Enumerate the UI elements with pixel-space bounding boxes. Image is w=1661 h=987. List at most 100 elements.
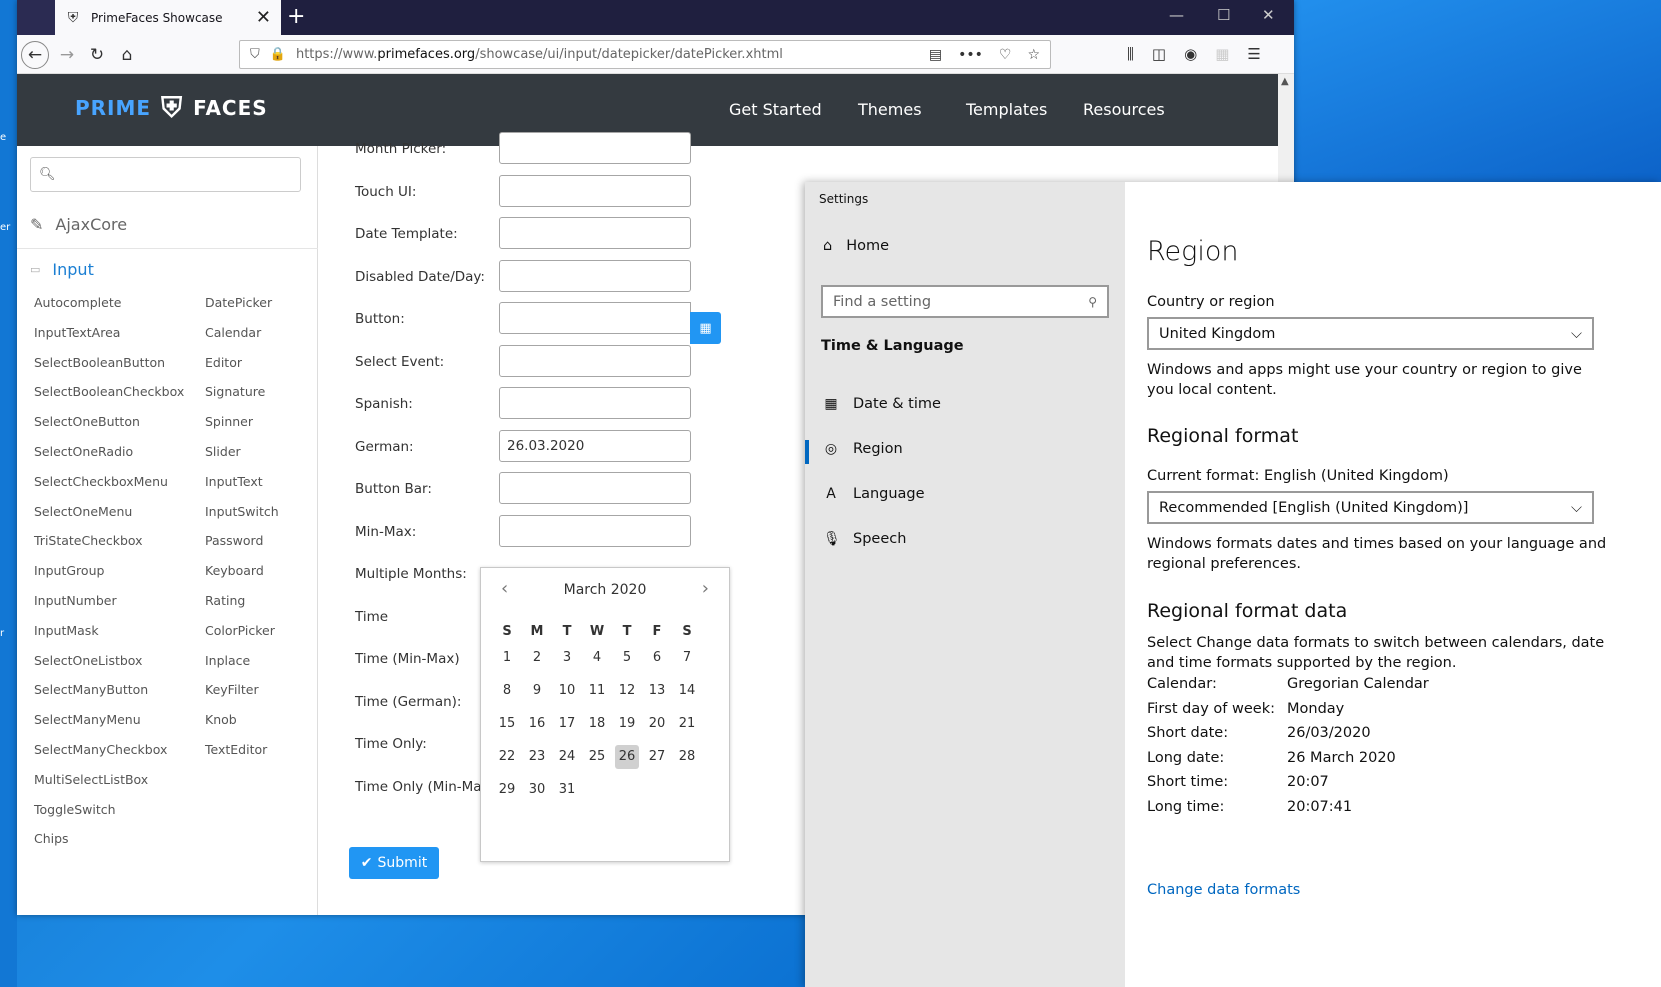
sidebar-link-inputgroup[interactable]: InputGroup (34, 563, 104, 578)
calendar-day[interactable]: 28 (675, 745, 699, 769)
extension-icon[interactable]: ▦ (1215, 45, 1229, 63)
calendar-day[interactable]: 31 (555, 778, 579, 802)
date-input[interactable] (499, 472, 691, 504)
calendar-day[interactable]: 29 (495, 778, 519, 802)
menu-templates[interactable]: Templates (966, 100, 1047, 119)
sidebar-link-colorpicker[interactable]: ColorPicker (205, 623, 275, 638)
new-tab-button[interactable]: + (287, 4, 305, 29)
sidebar-link-toggleswitch[interactable]: ToggleSwitch (34, 802, 116, 817)
sidebar-link-tristatecheckbox[interactable]: TriStateCheckbox (34, 533, 143, 548)
primefaces-logo[interactable]: PRIME ⛨ FACES (75, 88, 268, 128)
calendar-day[interactable]: 1 (495, 646, 519, 670)
next-month-icon[interactable]: › (702, 578, 709, 599)
change-data-formats-link[interactable]: Change data formats (1147, 882, 1300, 898)
sidebar-link-inputswitch[interactable]: InputSwitch (205, 504, 279, 519)
sidebar-link-datepicker[interactable]: DatePicker (205, 295, 272, 310)
sidebar-link-multiselectlistbox[interactable]: MultiSelectListBox (34, 772, 148, 787)
menu-themes[interactable]: Themes (858, 100, 922, 119)
sidebar-link-password[interactable]: Password (205, 533, 263, 548)
sidebar-link-rating[interactable]: Rating (205, 593, 245, 608)
date-input[interactable] (499, 217, 691, 249)
bookmark-star-icon[interactable]: ☆ (1027, 47, 1040, 63)
calendar-day[interactable]: 11 (585, 679, 609, 703)
sidebar-link-selectoneradio[interactable]: SelectOneRadio (34, 444, 133, 459)
sidebar-link-selectbooleanbutton[interactable]: SelectBooleanButton (34, 355, 165, 370)
calendar-day[interactable]: 25 (585, 745, 609, 769)
minimize-button[interactable]: — (1169, 6, 1184, 24)
calendar-day[interactable]: 7 (675, 646, 699, 670)
account-icon[interactable]: ◉ (1184, 45, 1197, 63)
calendar-day[interactable]: 24 (555, 745, 579, 769)
close-tab-icon[interactable]: ✕ (256, 7, 271, 28)
calendar-button[interactable]: ▦ (690, 312, 721, 344)
calendar-day[interactable]: 2 (525, 646, 549, 670)
sidebar-link-signature[interactable]: Signature (205, 384, 265, 399)
nav-speech[interactable]: 🎙︎ Speech (823, 531, 906, 547)
date-input[interactable]: 26.03.2020 (499, 429, 691, 462)
sidebar-link-knob[interactable]: Knob (205, 712, 237, 727)
sidebar-link-chips[interactable]: Chips (34, 831, 69, 846)
sidebar-link-selectonemenu[interactable]: SelectOneMenu (34, 504, 132, 519)
calendar-day[interactable]: 9 (525, 679, 549, 703)
date-input[interactable] (499, 132, 691, 164)
calendar-day[interactable]: 20 (645, 712, 669, 736)
calendar-day[interactable]: 19 (615, 712, 639, 736)
close-window-button[interactable]: ✕ (1262, 6, 1275, 24)
sidebar-link-selectbooleancheckbox[interactable]: SelectBooleanCheckbox (34, 384, 184, 399)
browser-tab[interactable]: ⛨ PrimeFaces Showcase ✕ (55, 0, 281, 35)
url-bar[interactable]: ⛉ 🔒 https://www. primefaces.org/showcase/… (239, 40, 1051, 69)
sidebar-link-selectonelistbox[interactable]: SelectOneListbox (34, 653, 142, 668)
menu-resources[interactable]: Resources (1083, 100, 1165, 119)
calendar-day[interactable]: 21 (675, 712, 699, 736)
sidebar-link-autocomplete[interactable]: Autocomplete (34, 295, 121, 310)
date-input[interactable] (499, 344, 691, 377)
maximize-button[interactable]: ☐ (1217, 6, 1230, 24)
sidebar-search-input[interactable]: 🔍︎ (30, 157, 301, 192)
calendar-day[interactable]: 12 (615, 679, 639, 703)
calendar-day[interactable]: 18 (585, 712, 609, 736)
calendar-day[interactable]: 10 (555, 679, 579, 703)
calendar-day[interactable]: 14 (675, 679, 699, 703)
sidebar-link-inputmask[interactable]: InputMask (34, 623, 99, 638)
sidebar-category-ajaxcore[interactable]: ✎ AjaxCore (30, 215, 127, 234)
sidebar-link-inputtextarea[interactable]: InputTextArea (34, 325, 120, 340)
back-button[interactable]: ← (21, 41, 49, 69)
menu-get-started[interactable]: Get Started (729, 100, 822, 119)
country-select[interactable]: United Kingdom ⌵ (1147, 317, 1594, 350)
settings-home[interactable]: ⌂ Home (823, 238, 889, 254)
calendar-day[interactable]: 22 (495, 745, 519, 769)
nav-language[interactable]: A Language (823, 486, 924, 502)
date-input[interactable] (499, 302, 691, 334)
more-actions-icon[interactable]: ••• (958, 47, 983, 63)
scroll-up-icon[interactable]: ▲ (1281, 76, 1289, 87)
calendar-day[interactable]: 16 (525, 712, 549, 736)
sidebar-link-selectonebutton[interactable]: SelectOneButton (34, 414, 140, 429)
sidebar-link-selectcheckboxmenu[interactable]: SelectCheckboxMenu (34, 474, 168, 489)
sidebar-link-keyboard[interactable]: Keyboard (205, 563, 264, 578)
calendar-day[interactable]: 27 (645, 745, 669, 769)
sidebar-toggle-icon[interactable]: ◫ (1152, 45, 1166, 63)
format-select[interactable]: Recommended [English (United Kingdom)] ⌵ (1147, 491, 1594, 524)
nav-region[interactable]: ◎ Region (823, 441, 903, 457)
calendar-day[interactable]: 6 (645, 646, 669, 670)
sidebar-link-selectmanybutton[interactable]: SelectManyButton (34, 682, 148, 697)
library-icon[interactable]: ⫼ (1127, 45, 1134, 63)
pocket-icon[interactable]: ♡ (999, 47, 1012, 63)
find-setting-input[interactable]: Find a setting ⚲ (821, 285, 1109, 318)
sidebar-link-slider[interactable]: Slider (205, 444, 241, 459)
reader-view-icon[interactable]: ▤ (929, 47, 942, 63)
date-input[interactable] (499, 259, 691, 292)
calendar-day[interactable]: 3 (555, 646, 579, 670)
calendar-day[interactable]: 26 (615, 745, 639, 769)
calendar-day[interactable]: 30 (525, 778, 549, 802)
sidebar-link-spinner[interactable]: Spinner (205, 414, 253, 429)
home-button[interactable]: ⌂ (113, 41, 141, 69)
sidebar-link-inputnumber[interactable]: InputNumber (34, 593, 117, 608)
calendar-day[interactable]: 4 (585, 646, 609, 670)
sidebar-link-inplace[interactable]: Inplace (205, 653, 250, 668)
date-input[interactable] (499, 387, 691, 419)
nav-date-time[interactable]: ▦ Date & time (823, 396, 941, 412)
menu-hamburger-icon[interactable]: ☰ (1247, 45, 1260, 63)
date-input[interactable] (499, 514, 691, 547)
calendar-day[interactable]: 23 (525, 745, 549, 769)
